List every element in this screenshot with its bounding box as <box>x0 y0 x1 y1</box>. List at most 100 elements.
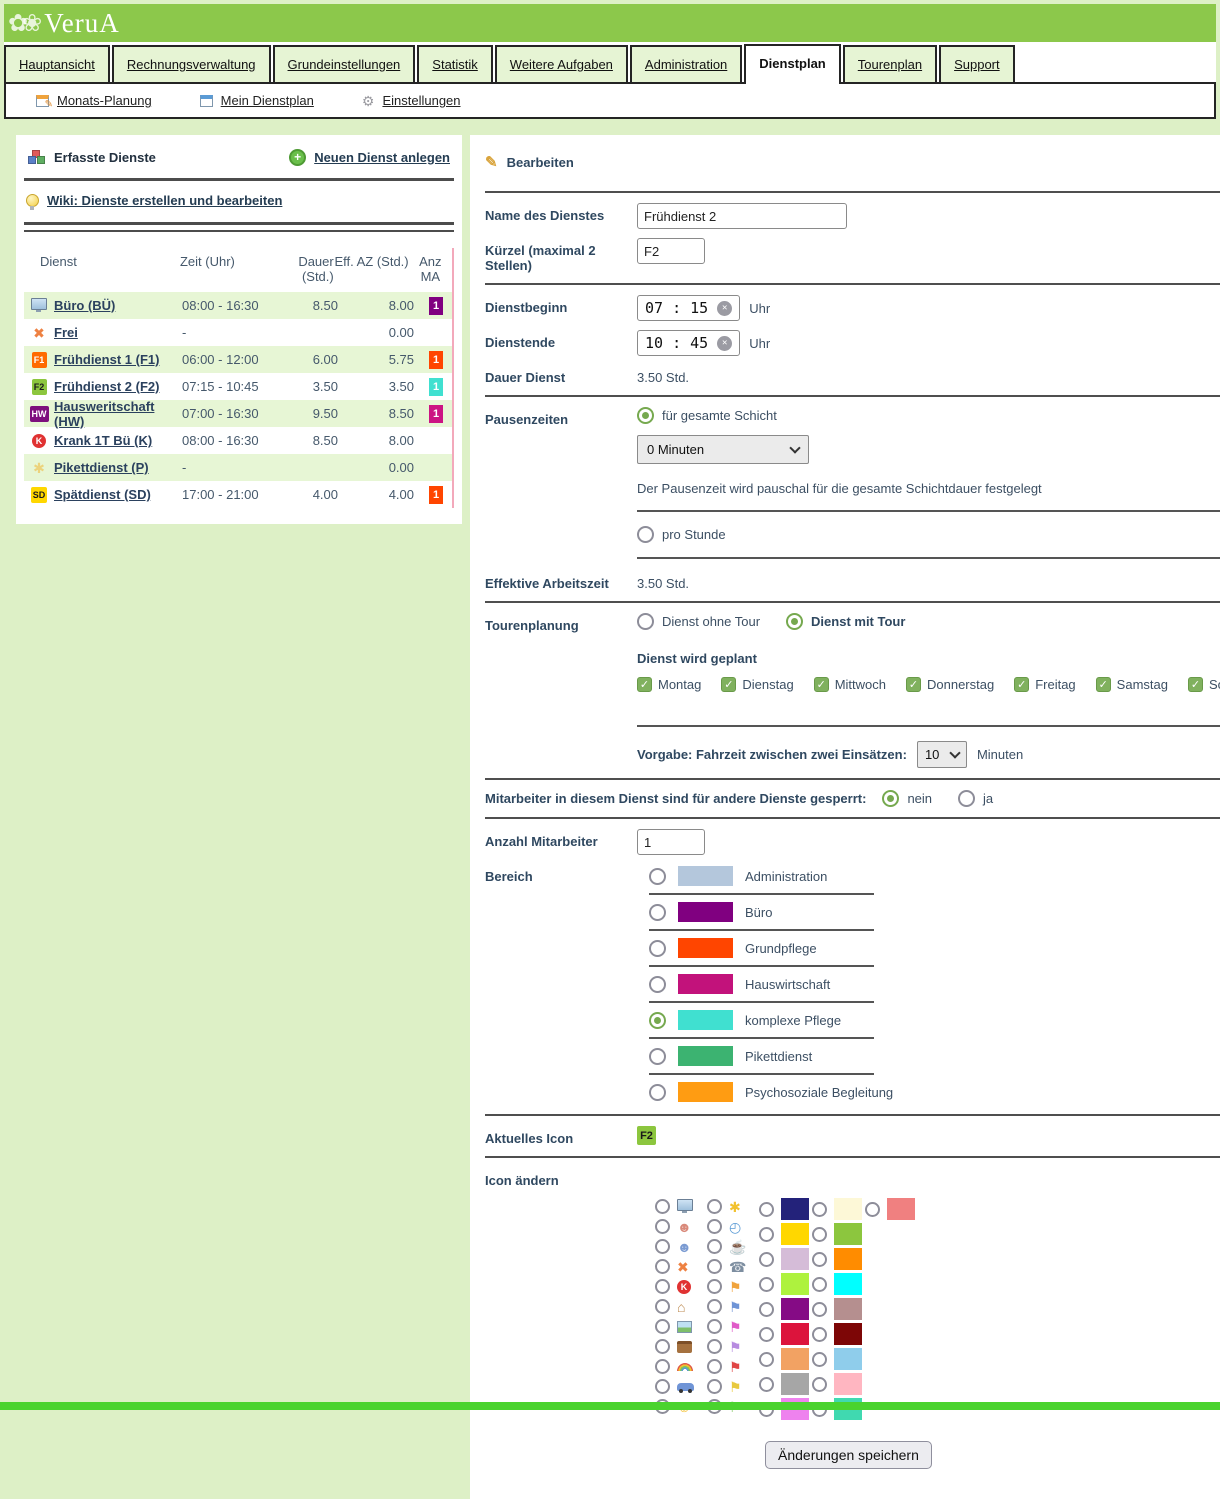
tab-support[interactable]: Support <box>939 45 1015 82</box>
rainbow-radio[interactable] <box>655 1359 670 1374</box>
computer-radio[interactable] <box>655 1199 670 1214</box>
service-zeit-cell: 07:15 - 10:45 <box>182 379 280 394</box>
new-service-link[interactable]: + Neuen Dienst anlegen <box>289 149 450 166</box>
dienstende-input[interactable]: 10 : 45 ✕ <box>637 330 740 356</box>
dienstbeginn-input[interactable]: 07 : 15 ✕ <box>637 295 740 321</box>
color-radio[interactable] <box>759 1252 774 1267</box>
tab-hauptansicht[interactable]: Hauptansicht <box>4 45 110 82</box>
service-link-frühdienst-1-f1-[interactable]: Frühdienst 1 (F1) <box>54 352 159 367</box>
color-radio[interactable] <box>812 1277 827 1292</box>
checkbox-samstag[interactable]: ✓ <box>1096 677 1111 692</box>
service-link-krank-1t-bü-k-[interactable]: Krank 1T Bü (K) <box>54 433 152 448</box>
coffee-radio[interactable] <box>707 1239 722 1254</box>
color-radio[interactable] <box>812 1352 827 1367</box>
flag-purple-radio[interactable] <box>707 1339 722 1354</box>
color-radio[interactable] <box>812 1202 827 1217</box>
checkbox-dienstag[interactable]: ✓ <box>721 677 736 692</box>
bereich-radio-psychosoziale-begleitung[interactable] <box>649 1084 666 1101</box>
tour-radio-mit[interactable] <box>786 613 803 630</box>
tab-administration[interactable]: Administration <box>630 45 742 82</box>
tab-statistik[interactable]: Statistik <box>417 45 493 82</box>
name-input[interactable] <box>637 203 847 229</box>
flag-red-radio[interactable] <box>707 1359 722 1374</box>
house-radio[interactable] <box>655 1299 670 1314</box>
gesperrt-radio-nein[interactable] <box>882 790 899 807</box>
flag-yellow-radio[interactable] <box>707 1379 722 1394</box>
toolbox-radio[interactable] <box>655 1339 670 1354</box>
clear-time-icon[interactable]: ✕ <box>717 301 732 316</box>
checkbox-donnerstag[interactable]: ✓ <box>906 677 921 692</box>
service-link-büro-bü-[interactable]: Büro (BÜ) <box>54 298 115 313</box>
color-radio[interactable] <box>812 1302 827 1317</box>
bereich-radio-komplexe-pflege[interactable] <box>649 1012 666 1029</box>
day-item-donnerstag: ✓Donnerstag <box>906 677 994 692</box>
color-radio[interactable] <box>759 1277 774 1292</box>
fahrzeit-select[interactable]: 10 <box>917 741 967 768</box>
color-radio[interactable] <box>759 1202 774 1217</box>
color-radio[interactable] <box>865 1202 880 1217</box>
tab-rechnungsverwaltung[interactable]: Rechnungsverwaltung <box>112 45 271 82</box>
coffee-icon: ☕ <box>729 1240 746 1254</box>
tab-grundeinstellungen[interactable]: Grundeinstellungen <box>273 45 416 82</box>
flag-magenta-radio[interactable] <box>707 1319 722 1334</box>
color-radio[interactable] <box>812 1327 827 1342</box>
krank-circle-radio[interactable] <box>655 1279 670 1294</box>
picture-radio[interactable] <box>655 1319 670 1334</box>
bereich-option-label: Pikettdienst <box>745 1049 812 1064</box>
tab-weitere-aufgaben[interactable]: Weitere Aufgaben <box>495 45 628 82</box>
phone-radio[interactable] <box>707 1259 722 1274</box>
save-button[interactable]: Änderungen speichern <box>765 1441 932 1469</box>
asterisk-radio[interactable] <box>707 1199 722 1214</box>
color-radio[interactable] <box>759 1377 774 1392</box>
service-link-frei[interactable]: Frei <box>54 325 78 340</box>
car-radio[interactable] <box>655 1379 670 1394</box>
day-item-sonntag: ✓Sonntag <box>1188 677 1220 692</box>
bereich-radio-büro[interactable] <box>649 904 666 921</box>
service-link-spätdienst-sd-[interactable]: Spätdienst (SD) <box>54 487 151 502</box>
person-pink-clock-radio[interactable] <box>655 1219 670 1234</box>
color-radio[interactable] <box>759 1352 774 1367</box>
bereich-radio-administration[interactable] <box>649 868 666 885</box>
anzahl-mitarbeiter-input[interactable] <box>637 829 705 855</box>
tab-tourenplan[interactable]: Tourenplan <box>843 45 937 82</box>
checkbox-freitag[interactable]: ✓ <box>1014 677 1029 692</box>
bereich-radio-grundpflege[interactable] <box>649 940 666 957</box>
checkbox-montag[interactable]: ✓ <box>637 677 652 692</box>
color-radio[interactable] <box>759 1302 774 1317</box>
color-radio[interactable] <box>812 1227 827 1242</box>
subnav-item-mein-dienstplan[interactable]: Mein Dienstplan <box>200 93 314 108</box>
service-name-cell: Frühdienst 2 (F2) <box>54 379 182 394</box>
color-radio[interactable] <box>812 1252 827 1267</box>
bereich-radio-hauswirtschaft[interactable] <box>649 976 666 993</box>
color-radio[interactable] <box>759 1227 774 1242</box>
kuerzel-input[interactable] <box>637 238 705 264</box>
color-radio[interactable] <box>812 1377 827 1392</box>
subnav-item-monats-planung[interactable]: ✎Monats-Planung <box>36 93 152 108</box>
icon-aendern-label: Icon ändern <box>485 1168 637 1188</box>
alarm-clock-radio[interactable] <box>707 1219 722 1234</box>
checkbox-mittwoch[interactable]: ✓ <box>814 677 829 692</box>
flag-blue-icon: ⚑ <box>729 1300 742 1314</box>
flag-blue-radio[interactable] <box>707 1299 722 1314</box>
subnav-item-einstellungen[interactable]: ⚙Einstellungen <box>362 93 461 108</box>
x-radio[interactable] <box>655 1259 670 1274</box>
color-radio[interactable] <box>759 1327 774 1342</box>
tab-dienstplan[interactable]: Dienstplan <box>744 44 840 84</box>
clear-time-icon[interactable]: ✕ <box>717 336 732 351</box>
service-link-frühdienst-2-f2-[interactable]: Frühdienst 2 (F2) <box>54 379 159 394</box>
wiki-link[interactable]: Wiki: Dienste erstellen und bearbeiten <box>24 193 454 218</box>
service-link-hausweritschaft-hw-[interactable]: Hausweritschaft (HW) <box>54 399 154 429</box>
edit-title-text: Bearbeiten <box>507 155 574 170</box>
service-link-pikettdienst-p-[interactable]: Pikettdienst (P) <box>54 460 149 475</box>
flag-orange-radio[interactable] <box>707 1279 722 1294</box>
checkbox-sonntag[interactable]: ✓ <box>1188 677 1203 692</box>
pausen-minuten-select[interactable]: 0 Minuten <box>637 435 809 464</box>
gesperrt-radio-ja[interactable] <box>958 790 975 807</box>
anz-ma-badge: 1 <box>429 351 443 369</box>
pausen-radio-gesamte-schicht[interactable] <box>637 407 654 424</box>
pausen-radio-pro-stunde[interactable] <box>637 526 654 543</box>
tour-radio-ohne[interactable] <box>637 613 654 630</box>
bereich-radio-pikettdienst[interactable] <box>649 1048 666 1065</box>
person-blue-clock-radio[interactable] <box>655 1239 670 1254</box>
chevron-down-icon <box>949 747 960 758</box>
